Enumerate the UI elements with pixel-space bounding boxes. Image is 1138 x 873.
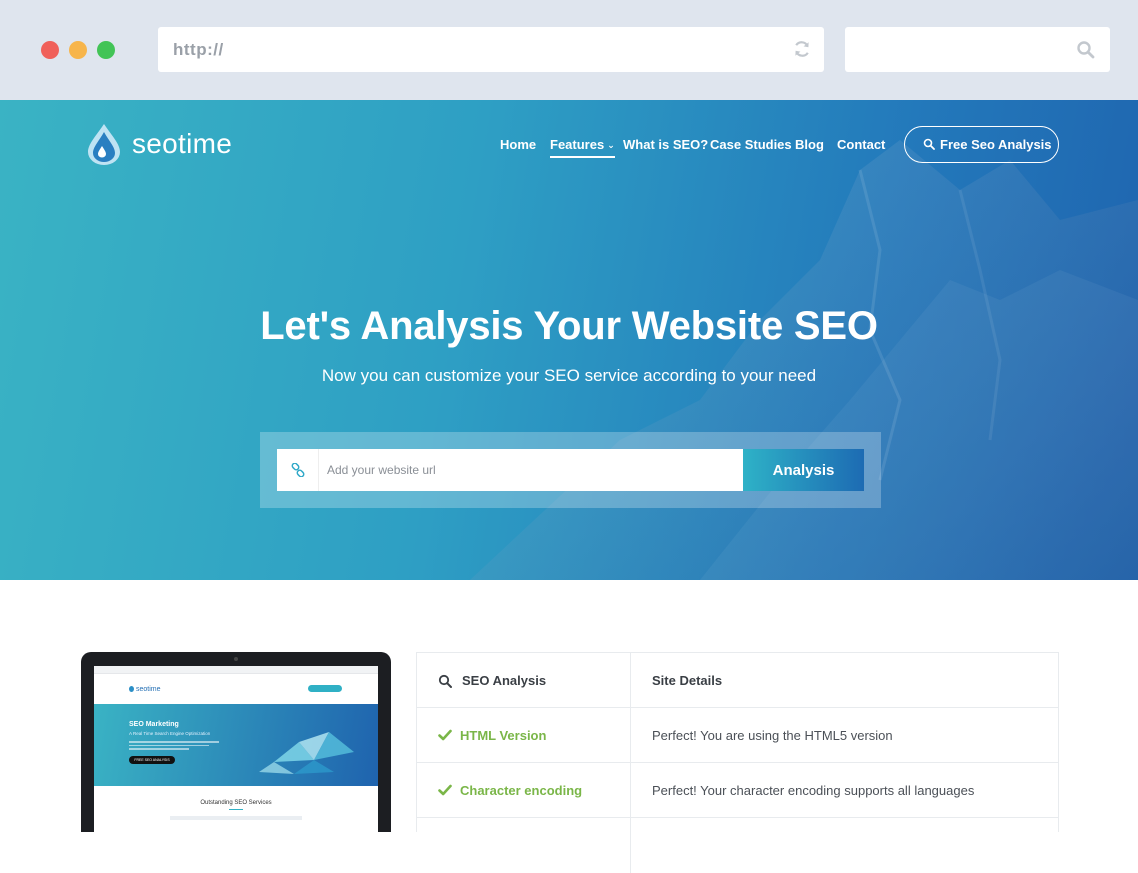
url-input-group bbox=[277, 449, 744, 491]
table-cell bbox=[417, 818, 631, 873]
preview-hero-text-lines bbox=[129, 741, 219, 751]
table-cell: Perfect! Your character encoding support… bbox=[631, 763, 1058, 817]
table-cell: HTML Version bbox=[417, 708, 631, 762]
preview-section-title-text: Outstanding SEO Services bbox=[200, 800, 272, 806]
browser-search-bar[interactable] bbox=[845, 27, 1110, 72]
nav-blog[interactable]: Blog bbox=[795, 137, 824, 152]
table-row bbox=[417, 818, 1058, 873]
water-drop-icon bbox=[129, 686, 134, 692]
window-minimize-button[interactable] bbox=[69, 41, 87, 59]
seo-analysis-table: SEO Analysis Site Details HTML Version P… bbox=[416, 652, 1059, 873]
address-bar-text[interactable]: http:// bbox=[173, 40, 224, 60]
hero-subtitle: Now you can customize your SEO service a… bbox=[321, 366, 817, 385]
search-icon bbox=[438, 674, 452, 688]
preview-hero-subtitle: A Real Time Search Engine Optimization bbox=[129, 731, 211, 736]
table-header-row: SEO Analysis Site Details bbox=[417, 653, 1058, 708]
preview-hero-button: FREE SEO ANALYSIS bbox=[129, 756, 175, 764]
nav-contact[interactable]: Contact bbox=[837, 137, 885, 152]
preview-section-underline bbox=[229, 809, 243, 810]
preview-hero-title: SEO Marketing bbox=[129, 721, 179, 728]
nav-home[interactable]: Home bbox=[500, 137, 536, 152]
laptop-camera bbox=[234, 657, 238, 661]
window-maximize-button[interactable] bbox=[97, 41, 115, 59]
table-header-cell: Site Details bbox=[631, 653, 1058, 707]
address-bar[interactable]: http:// bbox=[158, 27, 824, 72]
preview-text-line bbox=[170, 816, 302, 820]
window-close-button[interactable] bbox=[41, 41, 59, 59]
check-icon bbox=[438, 784, 452, 796]
preview-header: seotime bbox=[94, 674, 378, 704]
water-drop-icon bbox=[88, 124, 120, 165]
check-label: Character encoding bbox=[460, 783, 583, 798]
search-icon[interactable] bbox=[1076, 40, 1096, 60]
check-label: HTML Version bbox=[460, 728, 547, 743]
table-cell bbox=[631, 818, 1058, 873]
free-seo-analysis-button[interactable]: Free Seo Analysis bbox=[904, 126, 1059, 163]
table-cell: Perfect! You are using the HTML5 version bbox=[631, 708, 1058, 762]
hero-title: Let's Analysis Your Website SEO bbox=[260, 304, 878, 348]
check-detail: Perfect! You are using the HTML5 version bbox=[652, 728, 893, 743]
laptop-mockup: seotime SEO Marketing A Real Time Search… bbox=[81, 652, 391, 832]
nav-what-is-seo[interactable]: What is SEO? bbox=[623, 137, 708, 152]
hero-section: seotime Home Features ⌄ What is SEO? Case… bbox=[0, 100, 1138, 580]
nav-case-studies[interactable]: Case Studies bbox=[710, 137, 792, 152]
check-detail: Perfect! Your character encoding support… bbox=[652, 783, 975, 798]
search-icon bbox=[923, 138, 935, 150]
browser-chrome: http:// bbox=[0, 0, 1138, 100]
preview-hero: SEO Marketing A Real Time Search Engine … bbox=[94, 704, 378, 786]
analysis-form: Analysis bbox=[260, 432, 881, 508]
reload-icon[interactable] bbox=[792, 39, 812, 59]
chevron-down-icon: ⌄ bbox=[607, 140, 615, 150]
free-seo-analysis-label: Free Seo Analysis bbox=[940, 137, 1052, 152]
table-row: HTML Version Perfect! You are using the … bbox=[417, 708, 1058, 763]
nav-features-label: Features bbox=[550, 137, 605, 152]
preview-logo-text: seotime bbox=[136, 686, 161, 693]
nav-features[interactable]: Features ⌄ bbox=[550, 137, 615, 158]
seo-analysis-header: SEO Analysis bbox=[462, 673, 547, 688]
laptop-screen: seotime SEO Marketing A Real Time Search… bbox=[94, 666, 378, 832]
logo-text: seotime bbox=[132, 128, 233, 159]
table-header-cell: SEO Analysis bbox=[417, 653, 631, 707]
table-row: Character encoding Perfect! Your charact… bbox=[417, 763, 1058, 818]
polygon-illustration bbox=[259, 732, 354, 774]
check-icon bbox=[438, 729, 452, 741]
analysis-button[interactable]: Analysis bbox=[743, 449, 864, 491]
preview-logo: seotime bbox=[129, 686, 161, 693]
website-url-input[interactable] bbox=[327, 449, 737, 491]
table-cell: Character encoding bbox=[417, 763, 631, 817]
preview-topbar bbox=[94, 666, 378, 674]
preview-cta bbox=[308, 685, 342, 692]
site-details-header: Site Details bbox=[652, 673, 723, 688]
site-logo[interactable]: seotime bbox=[86, 122, 236, 168]
preview-section-title: Outstanding SEO Services bbox=[94, 800, 378, 810]
link-icon bbox=[277, 449, 319, 491]
